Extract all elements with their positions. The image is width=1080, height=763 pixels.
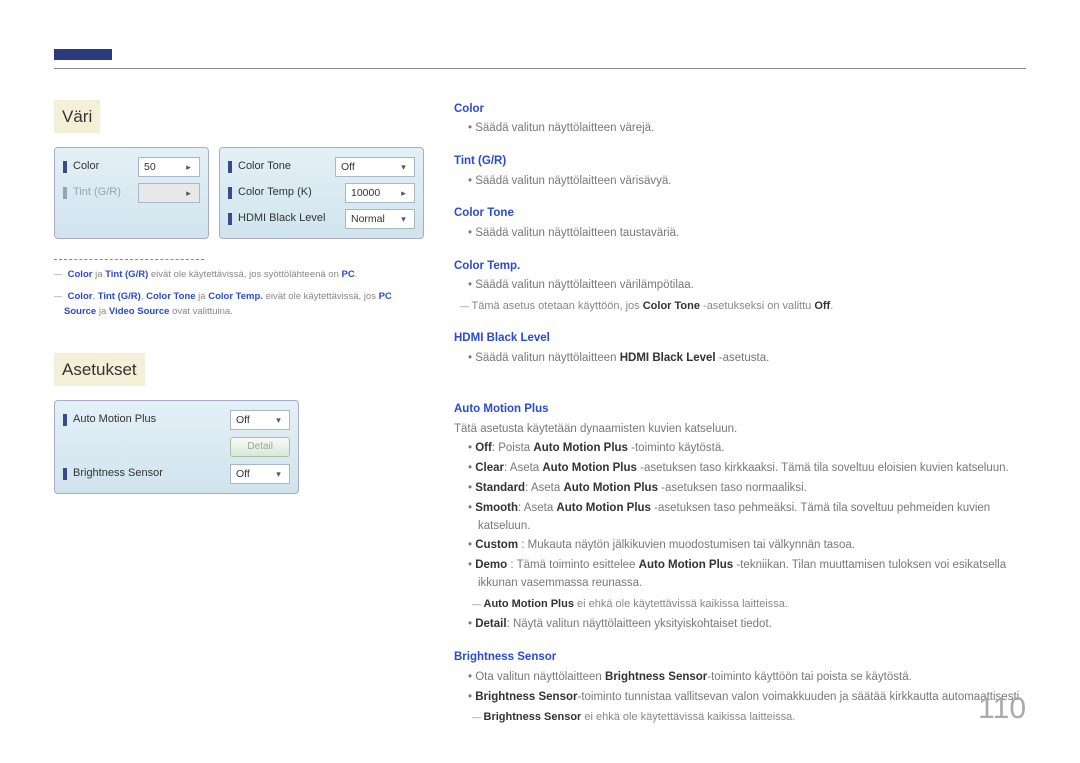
text-hdmi: Säädä valitun näyttölaitteen HDMI Black … xyxy=(454,350,1024,368)
section-title-asetukset: Asetukset xyxy=(54,353,145,386)
amp-note: Auto Motion Plus ei ehkä ole käytettävis… xyxy=(454,596,1024,614)
settings-panel: Auto Motion Plus Off ▾ Detail Brightness… xyxy=(54,400,299,494)
color-spinner[interactable]: 50 ▸ xyxy=(138,157,200,177)
bs-value: Off xyxy=(236,466,250,483)
label-brightness-sensor: Brightness Sensor xyxy=(73,465,230,483)
heading-hdmi: HDMI Black Level xyxy=(454,329,1024,347)
desc-colortemp: Color Temp. Säädä valitun näyttölaitteen… xyxy=(454,257,1024,316)
amp-smooth: Smooth: Aseta Auto Motion Plus -asetukse… xyxy=(454,500,1024,536)
bs-dropdown[interactable]: Off ▾ xyxy=(230,464,290,484)
text-colortemp: Säädä valitun näyttölaitteen värilämpöti… xyxy=(454,277,1024,295)
footnote-divider xyxy=(54,259,204,260)
amp-standard: Standard: Aseta Auto Motion Plus -asetuk… xyxy=(454,480,1024,498)
chevron-down-icon[interactable]: ▾ xyxy=(398,160,409,174)
label-hdmiblack: HDMI Black Level xyxy=(238,210,345,228)
desc-colortone: Color Tone Säädä valitun näyttölaitteen … xyxy=(454,204,1024,242)
text-tint: Säädä valitun näyttölaitteen värisävyä. xyxy=(454,173,1024,191)
intro-amp: Tätä asetusta käytetään dynaamisten kuvi… xyxy=(454,420,1024,438)
bs-b1: Ota valitun näyttölaitteen Brightness Se… xyxy=(454,669,1024,687)
spinner-up-icon: ▸ xyxy=(183,186,194,200)
color-panel-a: Color 50 ▸ Tint (G/R) ▸ xyxy=(54,147,209,239)
spinner-up-icon[interactable]: ▸ xyxy=(183,160,194,174)
label-color: Color xyxy=(73,158,138,176)
text-colortone: Säädä valitun näyttölaitteen taustaväriä… xyxy=(454,225,1024,243)
heading-amp: Auto Motion Plus xyxy=(454,400,1024,418)
row-colortone: Color Tone Off ▾ xyxy=(228,154,415,180)
left-column: Väri Color 50 ▸ Tint (G/R) ▸ xyxy=(54,100,424,494)
label-amp: Auto Motion Plus xyxy=(73,411,230,429)
heading-color: Color xyxy=(454,100,1024,118)
spinner-up-icon[interactable]: ▸ xyxy=(398,186,409,200)
chevron-down-icon[interactable]: ▾ xyxy=(273,467,284,481)
right-column: Color Säädä valitun näyttölaitteen värej… xyxy=(454,100,1024,741)
amp-custom: Custom : Mukauta näytön jälkikuvien muod… xyxy=(454,537,1024,555)
chevron-down-icon[interactable]: ▾ xyxy=(398,212,409,226)
desc-amp: Auto Motion Plus Tätä asetusta käytetään… xyxy=(454,400,1024,635)
row-tint: Tint (G/R) ▸ xyxy=(63,180,200,206)
desc-hdmi: HDMI Black Level Säädä valitun näyttölai… xyxy=(454,329,1024,367)
amp-dropdown[interactable]: Off ▾ xyxy=(230,410,290,430)
note-colortemp: Tämä asetus otetaan käyttöön, jos Color … xyxy=(454,298,1024,316)
row-brightness-sensor: Brightness Sensor Off ▾ xyxy=(63,461,290,487)
colortemp-spinner[interactable]: 10000 ▸ xyxy=(345,183,415,203)
text-color: Säädä valitun näyttölaitteen värejä. xyxy=(454,120,1024,138)
page-number: 110 xyxy=(978,685,1026,733)
desc-tint: Tint (G/R) Säädä valitun näyttölaitteen … xyxy=(454,152,1024,190)
row-color: Color 50 ▸ xyxy=(63,154,200,180)
colortone-value: Off xyxy=(341,159,355,176)
amp-value: Off xyxy=(236,412,250,429)
heading-tint: Tint (G/R) xyxy=(454,152,1024,170)
label-tint: Tint (G/R) xyxy=(73,184,138,202)
amp-detail: Detail: Näytä valitun näyttölaitteen yks… xyxy=(454,616,1024,634)
hdmi-dropdown[interactable]: Normal ▾ xyxy=(345,209,415,229)
section-title-vari: Väri xyxy=(54,100,100,133)
row-detail: Detail xyxy=(63,433,290,461)
detail-button[interactable]: Detail xyxy=(230,437,290,457)
label-colortone: Color Tone xyxy=(238,158,335,176)
desc-color: Color Säädä valitun näyttölaitteen värej… xyxy=(454,100,1024,138)
footnote-1: Color ja Tint (G/R) eivät ole käytettävi… xyxy=(54,268,424,282)
amp-clear: Clear: Aseta Auto Motion Plus -asetuksen… xyxy=(454,460,1024,478)
header-accent xyxy=(54,49,112,60)
colortone-dropdown[interactable]: Off ▾ xyxy=(335,157,415,177)
row-colortemp: Color Temp (K) 10000 ▸ xyxy=(228,180,415,206)
header-divider xyxy=(54,68,1026,69)
chevron-down-icon[interactable]: ▾ xyxy=(273,413,284,427)
row-amp: Auto Motion Plus Off ▾ xyxy=(63,407,290,433)
desc-bs: Brightness Sensor Ota valitun näyttölait… xyxy=(454,648,1024,727)
heading-colortone: Color Tone xyxy=(454,204,1024,222)
label-colortemp: Color Temp (K) xyxy=(238,184,345,202)
amp-demo: Demo : Tämä toiminto esittelee Auto Moti… xyxy=(454,557,1024,593)
bs-note: Brightness Sensor ei ehkä ole käytettävi… xyxy=(454,709,1024,727)
row-hdmiblack: HDMI Black Level Normal ▾ xyxy=(228,206,415,232)
heading-colortemp: Color Temp. xyxy=(454,257,1024,275)
bs-b2: Brightness Sensor-toiminto tunnistaa val… xyxy=(454,689,1024,707)
heading-bs: Brightness Sensor xyxy=(454,648,1024,666)
color-panels: Color 50 ▸ Tint (G/R) ▸ Color Tone Off xyxy=(54,147,424,239)
amp-off: Off: Poista Auto Motion Plus -toiminto k… xyxy=(454,440,1024,458)
colortemp-value: 10000 xyxy=(351,185,380,202)
tint-spinner: ▸ xyxy=(138,183,200,203)
color-value: 50 xyxy=(144,159,156,176)
footnote-2: Color, Tint (G/R), Color Tone ja Color T… xyxy=(54,290,424,319)
color-panel-b: Color Tone Off ▾ Color Temp (K) 10000 ▸ … xyxy=(219,147,424,239)
hdmi-value: Normal xyxy=(351,211,385,228)
